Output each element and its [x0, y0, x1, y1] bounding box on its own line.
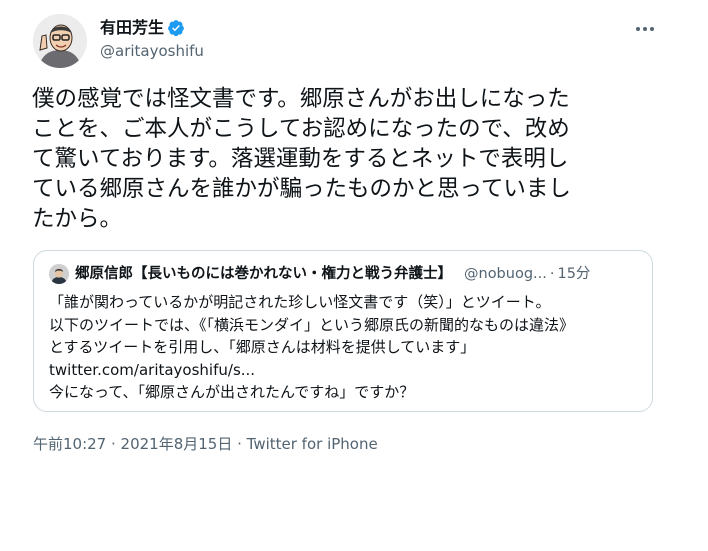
quoted-link[interactable]: twitter.com/aritayoshifu/s... [49, 359, 649, 382]
quoted-author-name: 郷原信郎【長いものには巻かれない・権力と戦う弁護士】 [75, 266, 452, 282]
tweet-metadata[interactable]: 午前10:27 · 2021年8月15日 · Twitter for iPhon… [33, 433, 378, 455]
tweet-text: 僕の感覚では怪文書です。郷原さんがお出しになった ことを、ご本人がこうしてお認め… [32, 84, 692, 234]
tweet-text-line: たから。 [32, 206, 123, 232]
quoted-tweet-text: 「誰が関わっているかが明記された珍しい怪文書です（笑）」とツイート。 以下のツイ… [49, 291, 649, 404]
quoted-text-line: とするツイートを引用し、「郷原さんは材料を提供しています」 [49, 338, 476, 356]
tweet-text-line: て驚いております。落選運動をするとネットで表明し [32, 146, 569, 172]
more-options-icon[interactable] [632, 18, 658, 40]
tweet-text-line: ている郷原さんを誰かが騙ったものかと思っていまし [32, 176, 571, 202]
tweet-text-line: 僕の感覚では怪文書です。郷原さんがお出しになった [32, 86, 570, 112]
author-name[interactable]: 有田芳生 [100, 17, 164, 39]
quoted-text-line: 以下のツイートでは、《「横浜モンダイ」という郷原氏の新聞的なものは違法》 [49, 315, 575, 334]
quoted-author-avatar [49, 264, 69, 284]
quoted-author-handle: @nobuog... [464, 266, 547, 282]
quoted-text-line: 今になって、「郷原さんが出されたんですね」ですか？ [49, 383, 415, 401]
quoted-timestamp: 15分 [557, 266, 591, 282]
tweet-text-line: ことを、ご本人がこうしてお認めになったので、改め [32, 116, 570, 142]
quoted-separator: · [549, 266, 555, 282]
verified-badge-icon [167, 19, 185, 37]
quoted-tweet[interactable]: 郷原信郎【長いものには巻かれない・権力と戦う弁護士】 @nobuog... · … [33, 250, 653, 412]
quoted-text-line: 「誰が関わっているかが明記された珍しい怪文書です（笑）」とツイート。 [49, 293, 551, 311]
author-info: 有田芳生 @aritayoshifu [100, 17, 204, 62]
quoted-tweet-header: 郷原信郎【長いものには巻かれない・権力と戦う弁護士】 @nobuog... · … [49, 264, 590, 284]
tweet-card: 有田芳生 @aritayoshifu 僕の感覚では怪文書です。郷原さんがお出しに… [0, 0, 708, 551]
author-avatar[interactable] [33, 14, 87, 68]
author-handle[interactable]: @aritayoshifu [100, 40, 204, 62]
